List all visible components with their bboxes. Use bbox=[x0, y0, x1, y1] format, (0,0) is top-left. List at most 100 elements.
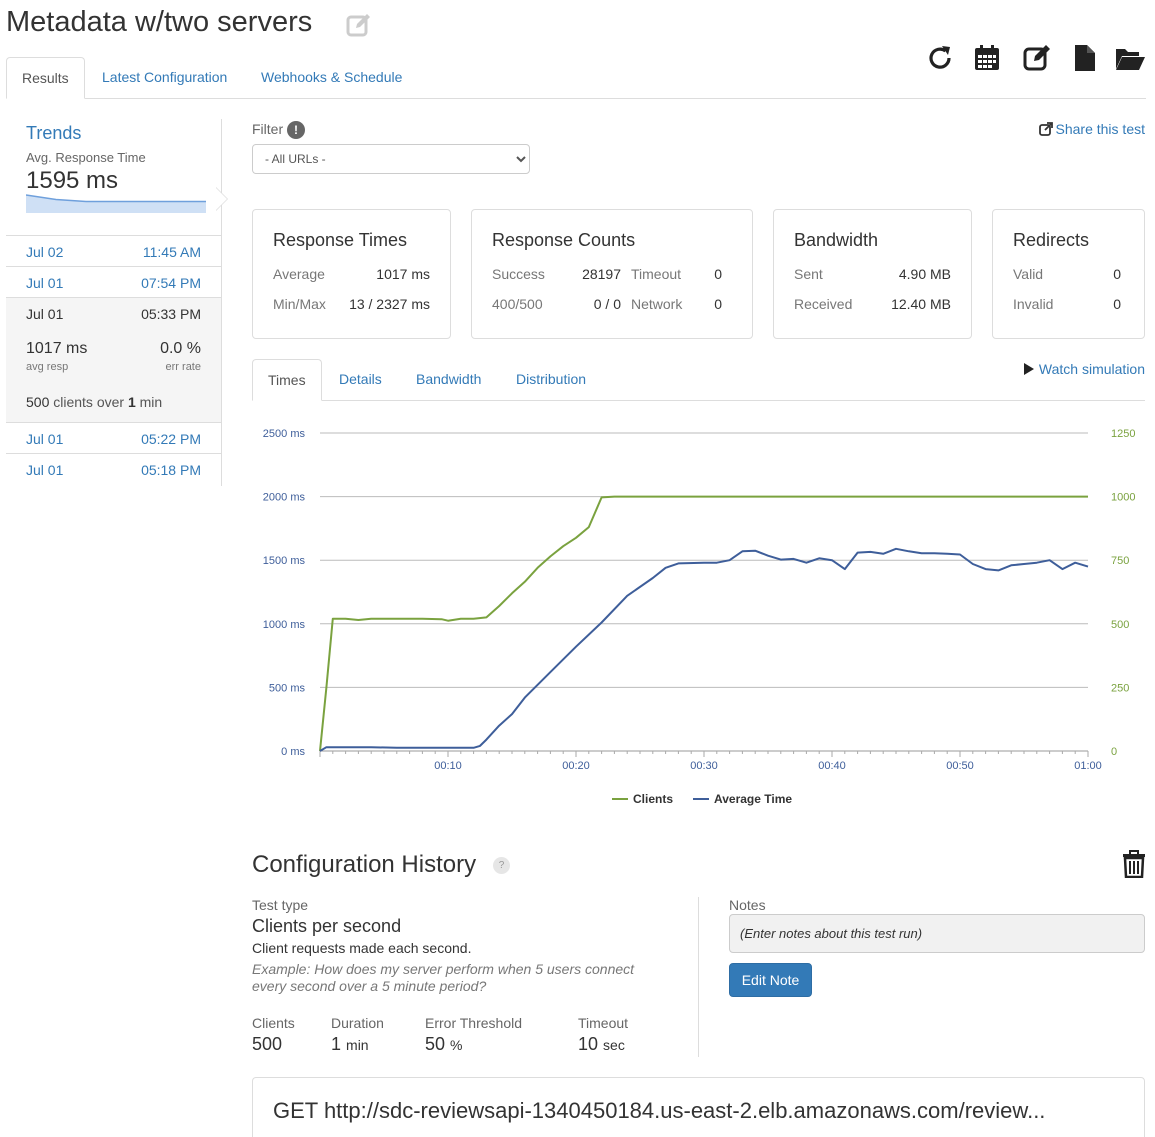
minmax-label: Min/Max bbox=[273, 296, 326, 312]
http-errors-label: 400/500 bbox=[492, 296, 543, 312]
file-icon[interactable] bbox=[1070, 43, 1100, 73]
run-summary: 500 clients over 1 min bbox=[26, 394, 162, 410]
tab-webhooks-schedule[interactable]: Webhooks & Schedule bbox=[246, 57, 417, 99]
valid-value: 0 bbox=[1113, 266, 1121, 282]
run-time: 05:33 PM bbox=[141, 306, 201, 322]
run-row[interactable]: Jul 02 11:45 AM bbox=[6, 235, 221, 266]
refresh-icon[interactable] bbox=[925, 43, 955, 73]
run-row[interactable]: Jul 01 07:54 PM bbox=[6, 266, 221, 297]
legend-label-average-time: Average Time bbox=[714, 792, 792, 806]
y-right-tick-label: 1000 bbox=[1111, 492, 1135, 504]
run-time: 05:18 PM bbox=[141, 462, 201, 478]
success-label: Success bbox=[492, 266, 545, 282]
x-tick-label: 00:50 bbox=[946, 760, 974, 772]
run-date: Jul 01 bbox=[26, 306, 64, 322]
timeout-label: Timeout bbox=[631, 266, 682, 282]
timeout-value: 0 bbox=[714, 266, 722, 282]
edit-icon[interactable] bbox=[1022, 43, 1052, 73]
request-url: GET http://sdc-reviewsapi-1340450184.us-… bbox=[273, 1098, 1046, 1123]
clients-label: Clients bbox=[252, 1015, 295, 1031]
timeout-value: 10 sec bbox=[578, 1034, 625, 1055]
calendar-icon[interactable] bbox=[972, 43, 1002, 73]
info-icon[interactable]: ! bbox=[287, 121, 305, 139]
duration-value: 1 min bbox=[331, 1034, 369, 1055]
invalid-value: 0 bbox=[1113, 296, 1121, 312]
url-filter-select[interactable]: - All URLs - bbox=[252, 144, 530, 174]
received-value: 12.40 MB bbox=[891, 296, 951, 312]
response-times-panel: Response Times Average 1017 ms Min/Max 1… bbox=[252, 209, 451, 339]
test-type-label: Test type bbox=[252, 897, 309, 913]
panel-title: Response Times bbox=[273, 230, 408, 250]
network-label: Network bbox=[631, 296, 683, 312]
title-edit-icon[interactable] bbox=[346, 12, 372, 41]
trends-sidebar: Trends Avg. Response Time 1595 ms Jul 02… bbox=[6, 119, 222, 486]
success-value: 28197 bbox=[582, 266, 621, 282]
timeout-number: 10 bbox=[578, 1034, 599, 1054]
legend-label-clients: Clients bbox=[633, 792, 673, 806]
run-date: Jul 01 bbox=[26, 462, 64, 478]
y-right-tick-label: 750 bbox=[1111, 555, 1129, 567]
run-date: Jul 01 bbox=[26, 431, 64, 447]
notes-field[interactable]: (Enter notes about this test run) bbox=[729, 914, 1145, 953]
x-tick-label: 01:00 bbox=[1074, 760, 1102, 772]
watch-simulation-link[interactable]: Watch simulation bbox=[1023, 361, 1145, 377]
request-url-panel: GET http://sdc-reviewsapi-1340450184.us-… bbox=[252, 1077, 1145, 1137]
folder-open-icon[interactable] bbox=[1114, 43, 1145, 73]
sent-value: 4.90 MB bbox=[898, 266, 951, 282]
run-err-rate: 0.0 % bbox=[160, 340, 201, 357]
edit-note-button[interactable]: Edit Note bbox=[729, 963, 812, 997]
tab-results[interactable]: Results bbox=[6, 57, 85, 99]
chart-grid: 0 ms 0 500 ms 250 1000 ms 500 1500 ms 750 2000 m… bbox=[263, 428, 1136, 758]
run-row[interactable]: Jul 01 05:22 PM bbox=[6, 422, 221, 453]
watch-simulation-label: Watch simulation bbox=[1038, 361, 1145, 377]
x-tick-label: 00:10 bbox=[434, 760, 462, 772]
test-type-description: Client requests made each second. bbox=[252, 940, 472, 956]
tab-distribution[interactable]: Distribution bbox=[501, 359, 601, 401]
sent-label: Sent bbox=[794, 266, 823, 282]
share-link[interactable]: Share this test bbox=[1038, 121, 1146, 137]
tab-details[interactable]: Details bbox=[324, 359, 397, 401]
tab-latest-configuration[interactable]: Latest Configuration bbox=[87, 57, 242, 99]
trends-subtitle: Avg. Response Time bbox=[26, 150, 146, 165]
y-left-tick-label: 1000 ms bbox=[263, 619, 306, 631]
y-right-tick-label: 1250 bbox=[1111, 428, 1135, 440]
active-run-pointer-inner bbox=[216, 188, 227, 210]
error-threshold-value: 50 % bbox=[425, 1034, 463, 1055]
run-time: 11:45 AM bbox=[142, 244, 201, 260]
run-row-active[interactable]: Jul 01 05:33 PM 1017 ms avg resp 0.0 % e… bbox=[6, 297, 221, 422]
http-errors-value: 0 / 0 bbox=[593, 296, 621, 312]
chart-tabs: Times Details Bandwidth Distribution bbox=[252, 359, 1145, 401]
trends-value: 1595 ms bbox=[26, 167, 119, 194]
y-left-tick-label: 0 ms bbox=[281, 746, 305, 758]
y-left-tick-label: 500 ms bbox=[269, 682, 306, 694]
run-duration: 1 bbox=[127, 394, 136, 410]
panel-title: Redirects bbox=[1013, 230, 1090, 250]
trash-icon[interactable] bbox=[1122, 850, 1146, 881]
y-right-tick-label: 250 bbox=[1111, 682, 1129, 694]
tab-bandwidth[interactable]: Bandwidth bbox=[401, 359, 496, 401]
test-type-example: Example: How does my server perform when… bbox=[252, 961, 635, 994]
timeout-label: Timeout bbox=[578, 1015, 629, 1031]
help-icon[interactable]: ? bbox=[493, 857, 510, 874]
tab-times[interactable]: Times bbox=[252, 359, 322, 401]
test-type-value: Clients per second bbox=[252, 916, 402, 936]
duration-number: 1 bbox=[331, 1034, 342, 1054]
run-duration-unit: min bbox=[139, 394, 163, 410]
y-left-tick-label: 1500 ms bbox=[263, 555, 306, 567]
chart-legend: Clients Average Time bbox=[612, 792, 792, 806]
received-label: Received bbox=[794, 296, 853, 312]
config-history-title: Configuration History bbox=[252, 851, 477, 878]
panel-title: Response Counts bbox=[492, 230, 636, 250]
run-row[interactable]: Jul 01 05:18 PM bbox=[6, 453, 221, 484]
x-tick-label: 00:40 bbox=[818, 760, 846, 772]
notes-label: Notes bbox=[729, 897, 766, 913]
run-clients: 500 bbox=[26, 394, 50, 410]
run-date: Jul 02 bbox=[26, 244, 64, 260]
trends-sparkline bbox=[26, 194, 206, 213]
share-label: Share this test bbox=[1055, 121, 1146, 137]
error-threshold-number: 50 bbox=[425, 1034, 446, 1054]
trends-title[interactable]: Trends bbox=[26, 123, 81, 144]
x-tick-label: 00:20 bbox=[562, 760, 590, 772]
share-icon bbox=[1038, 122, 1053, 136]
response-counts-panel: Response Counts Success 28197 Timeout 0 … bbox=[471, 209, 753, 339]
